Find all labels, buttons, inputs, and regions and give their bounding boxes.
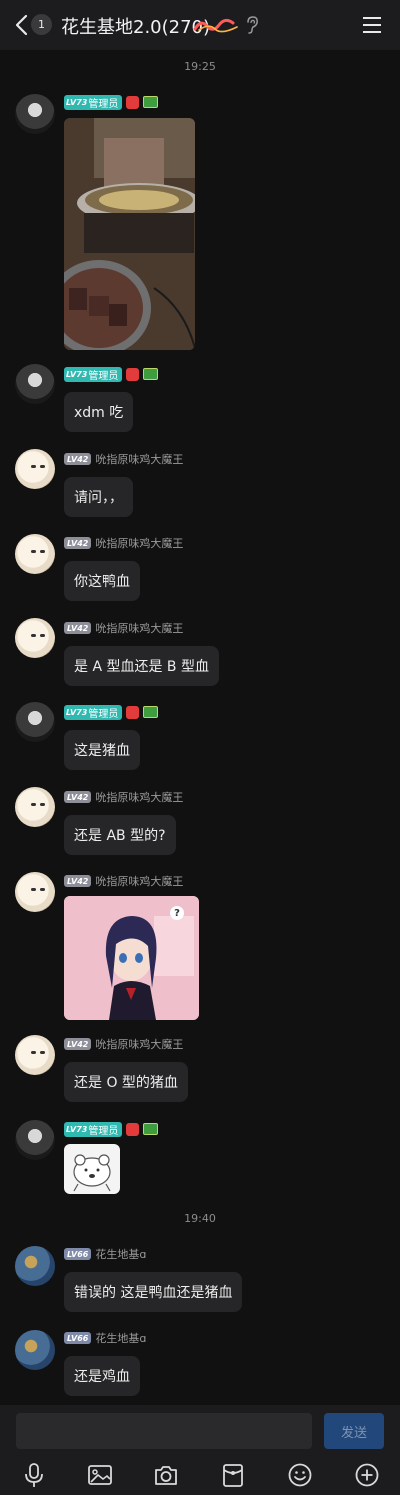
sender-meta: LV42 吮指原味鸡大魔王: [64, 789, 183, 805]
timestamp: 19:25: [184, 60, 216, 73]
sender-name: 吮指原味鸡大魔王: [95, 1038, 184, 1051]
sender-name: 吮指原味鸡大魔王: [95, 875, 184, 888]
role-tag: 管理员: [88, 1125, 119, 1137]
game-badge-icon: [143, 1123, 159, 1135]
menu-icon[interactable]: [362, 16, 382, 34]
sender-meta: LV42 吮指原味鸡大魔王: [64, 535, 183, 551]
plus-icon[interactable]: [354, 1462, 380, 1488]
sender-meta: LV73 管理员: [64, 94, 159, 110]
sender-meta: LV42 吮指原味鸡大魔王: [64, 1036, 183, 1052]
message-bubble[interactable]: 你这鸭血: [64, 561, 140, 601]
role-tag: 管理员: [88, 708, 119, 720]
sender-meta: LV73 管理员: [64, 1121, 159, 1137]
sender-meta: LV42 吮指原味鸡大魔王: [64, 873, 183, 889]
group-title[interactable]: 花生基地2.0(270): [61, 13, 210, 39]
help-icon[interactable]: ?: [170, 906, 184, 920]
timestamp: 19:40: [184, 1212, 216, 1225]
avatar[interactable]: [15, 787, 55, 827]
sender-meta: LV73 管理员: [64, 704, 159, 720]
level-tag: LV73: [66, 1124, 88, 1134]
message-bubble[interactable]: 错误的 这是鸭血还是猪血: [64, 1272, 243, 1312]
message-bubble[interactable]: 还是鸡血: [64, 1356, 140, 1396]
avatar[interactable]: [15, 364, 55, 404]
avatar[interactable]: [15, 534, 55, 574]
message-bubble[interactable]: 是 A 型血还是 B 型血: [64, 646, 219, 686]
level-tag: LV42: [64, 791, 92, 803]
send-button[interactable]: 发送: [324, 1413, 384, 1449]
heart-badge-icon: [126, 95, 140, 109]
avatar[interactable]: [15, 1330, 55, 1370]
avatar[interactable]: [15, 1246, 55, 1286]
avatar[interactable]: [15, 1035, 55, 1075]
sender-name: 吮指原味鸡大魔王: [95, 791, 184, 804]
level-tag: LV73: [66, 369, 88, 379]
level-tag: LV42: [64, 537, 92, 549]
sender-meta: LV73 管理员: [64, 366, 159, 382]
message-input[interactable]: [16, 1413, 312, 1449]
sender-meta: LV66 花生地基ɑ: [64, 1330, 146, 1346]
game-badge-icon: [143, 706, 159, 718]
message-bubble[interactable]: xdm 吃: [64, 392, 134, 432]
avatar[interactable]: [15, 618, 55, 658]
message-bubble[interactable]: 请问，，: [64, 477, 133, 517]
level-tag: LV66: [64, 1332, 92, 1344]
mic-icon[interactable]: [21, 1462, 47, 1488]
emoji-icon[interactable]: [287, 1462, 313, 1488]
admin-badge: LV73 管理员: [64, 1121, 123, 1137]
group-level-logo-icon: [193, 18, 238, 33]
heart-badge-icon: [126, 367, 140, 381]
sender-name: 吮指原味鸡大魔王: [95, 537, 184, 550]
message-bubble[interactable]: 还是 O 型的猪血: [64, 1062, 188, 1102]
level-tag: LV42: [64, 875, 92, 887]
admin-badge: LV73 管理员: [64, 704, 123, 720]
level-tag: LV66: [64, 1248, 92, 1260]
admin-badge: LV73 管理员: [64, 94, 123, 110]
sender-meta: LV66 花生地基ɑ: [64, 1246, 146, 1262]
camera-icon[interactable]: [153, 1462, 179, 1488]
role-tag: 管理员: [88, 98, 119, 110]
role-tag: 管理员: [88, 370, 119, 382]
red-packet-icon[interactable]: [220, 1462, 246, 1488]
avatar[interactable]: [15, 94, 55, 134]
image-icon[interactable]: [87, 1462, 113, 1488]
message-bubble[interactable]: 还是 AB 型的?: [64, 815, 176, 855]
level-tag: LV73: [66, 97, 88, 107]
sender-name: 吮指原味鸡大魔王: [95, 453, 184, 466]
sender-meta: LV42 吮指原味鸡大魔王: [64, 620, 183, 636]
unread-count-badge[interactable]: 1: [31, 14, 52, 35]
chat-header: 1 花生基地2.0(270): [0, 0, 400, 50]
heart-badge-icon: [126, 705, 140, 719]
avatar[interactable]: [15, 449, 55, 489]
game-badge-icon: [143, 96, 159, 108]
sender-name: 吮指原味鸡大魔王: [95, 622, 184, 635]
message-bubble[interactable]: 这是猪血: [64, 730, 140, 770]
level-tag: LV73: [66, 707, 88, 717]
level-tag: LV42: [64, 622, 92, 634]
avatar[interactable]: [15, 872, 55, 912]
earpiece-mode-icon[interactable]: [244, 15, 260, 35]
bear-sticker[interactable]: [64, 1144, 120, 1194]
sender-meta: LV42 吮指原味鸡大魔王: [64, 451, 183, 467]
heart-badge-icon: [126, 1122, 140, 1136]
sender-name: 花生地基ɑ: [95, 1332, 147, 1345]
avatar[interactable]: [15, 702, 55, 742]
level-tag: LV42: [64, 453, 92, 465]
avatar[interactable]: [15, 1120, 55, 1160]
food-photo[interactable]: [64, 118, 195, 350]
admin-badge: LV73 管理员: [64, 366, 123, 382]
sender-name: 花生地基ɑ: [95, 1248, 147, 1261]
level-tag: LV42: [64, 1038, 92, 1050]
game-badge-icon: [143, 368, 159, 380]
